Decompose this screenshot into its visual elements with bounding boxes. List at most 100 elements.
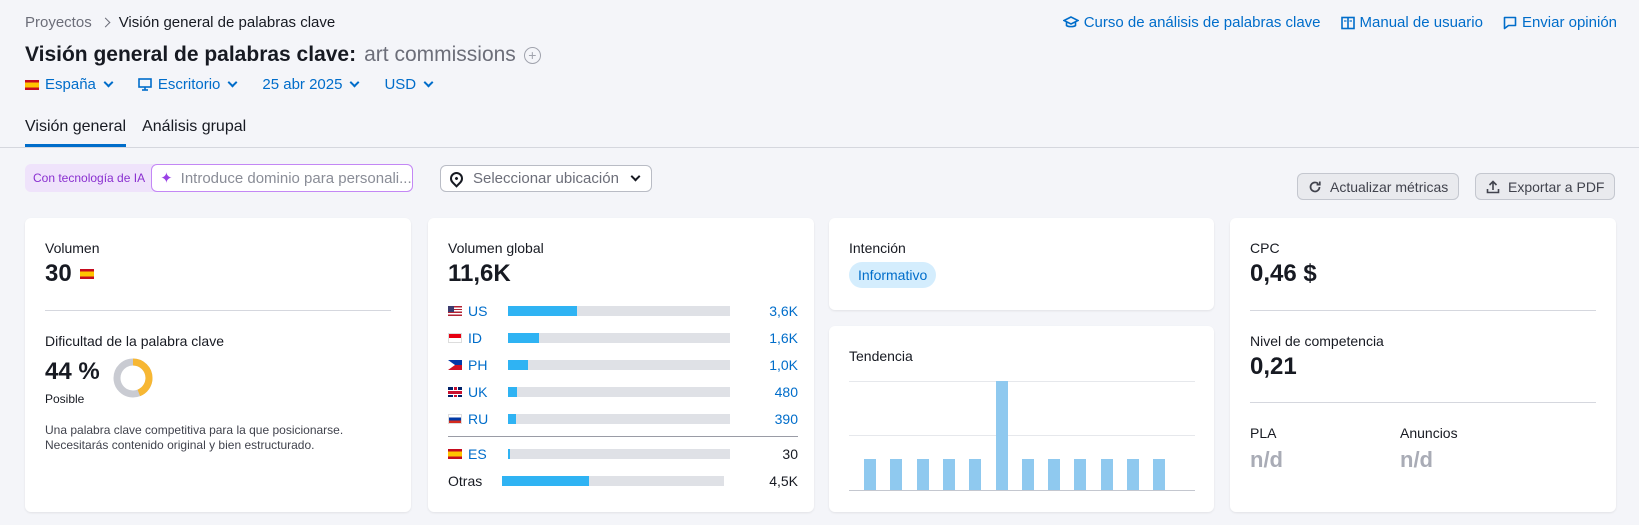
difficulty-value: 44 % xyxy=(45,358,100,385)
global-volume-card: Volumen global 11,6K US 3,6K ID 1,6K PH … xyxy=(428,218,814,512)
country-row[interactable]: PH 1,0K xyxy=(448,356,798,374)
volume-bar-track xyxy=(508,306,730,316)
location-pin-icon xyxy=(447,169,466,188)
domain-input-placeholder: Introduce dominio para personali... xyxy=(180,169,412,187)
volume-bar xyxy=(508,387,517,397)
country-volume: 3,6K xyxy=(769,303,798,319)
axis-line xyxy=(849,490,1195,491)
breadcrumb-root[interactable]: Proyectos xyxy=(25,14,92,31)
date-select[interactable]: 25 abr 2025 xyxy=(262,76,360,93)
course-link[interactable]: Curso de análisis de palabras clave xyxy=(1062,14,1321,31)
chat-icon xyxy=(1503,16,1517,29)
volume-bar-track xyxy=(508,449,730,459)
volume-card: Volumen 30 Dificultad de la palabra clav… xyxy=(25,218,411,512)
volume-bar xyxy=(502,476,589,486)
breadcrumb-current: Visión general de palabras clave xyxy=(118,14,336,31)
country-row[interactable]: UK 480 xyxy=(448,383,798,401)
country-row[interactable]: ID 1,6K xyxy=(448,329,798,347)
trend-bar[interactable] xyxy=(1048,459,1061,490)
country-code: PH xyxy=(468,357,488,373)
export-pdf-button[interactable]: Exportar a PDF xyxy=(1475,173,1616,200)
manual-link[interactable]: Manual de usuario xyxy=(1340,14,1483,31)
volume-bar xyxy=(508,333,540,343)
grid-line xyxy=(849,435,1195,436)
others-row: Otras 4,5K xyxy=(448,472,798,490)
ai-domain-box: Con tecnología de IA ✦ Introduce dominio… xyxy=(25,164,414,192)
country-row[interactable]: RU 390 xyxy=(448,410,798,428)
ads-value: n/d xyxy=(1400,447,1433,472)
us-flag-icon xyxy=(448,306,462,316)
difficulty-donut xyxy=(113,358,153,398)
trend-bar[interactable] xyxy=(1074,459,1087,490)
others-volume: 4,5K xyxy=(769,473,798,489)
volume-bar-track xyxy=(508,360,730,370)
country-volume: 1,0K xyxy=(769,357,798,373)
global-volume-label: Volumen global xyxy=(448,240,544,256)
trend-bar[interactable] xyxy=(1100,459,1113,490)
global-volume-value: 11,6K xyxy=(448,260,511,287)
difficulty-label: Dificultad de la palabra clave xyxy=(45,333,224,349)
date-label: 25 abr 2025 xyxy=(262,76,343,93)
country-code: ES xyxy=(468,446,487,462)
spain-flag-icon xyxy=(25,79,39,90)
tab-overview[interactable]: Visión general xyxy=(25,118,127,147)
location-placeholder: Seleccionar ubicación xyxy=(473,170,619,187)
ai-badge: Con tecnología de IA xyxy=(33,171,146,185)
trend-card: Tendencia xyxy=(829,326,1214,512)
add-circle-icon[interactable]: + xyxy=(523,46,541,64)
volume-bar xyxy=(508,306,577,316)
device-label: Escritorio xyxy=(157,76,221,93)
location-select[interactable]: Seleccionar ubicación xyxy=(440,165,652,192)
country-code: RU xyxy=(468,411,489,427)
trend-bar[interactable] xyxy=(942,459,955,490)
intent-badge[interactable]: Informativo xyxy=(849,262,937,288)
upload-icon xyxy=(1486,179,1500,193)
tab-group-analysis[interactable]: Análisis grupal xyxy=(142,118,246,147)
domain-input[interactable]: ✦ Introduce dominio para personali... xyxy=(151,164,414,192)
spain-flag-icon xyxy=(79,269,94,279)
difficulty-description-2: Necesitarás contenido original y bien es… xyxy=(45,438,315,452)
country-volume: 30 xyxy=(782,446,798,462)
country-select[interactable]: España xyxy=(25,76,114,93)
russia-flag-icon xyxy=(448,414,462,424)
trend-bar[interactable] xyxy=(864,459,876,490)
grid-line xyxy=(849,381,1195,382)
breadcrumb: Proyectos Visión general de palabras cla… xyxy=(25,14,335,31)
graduation-cap-icon xyxy=(1062,15,1079,27)
refresh-metrics-button[interactable]: Actualizar métricas xyxy=(1297,173,1460,200)
volume-bar xyxy=(508,414,516,424)
trend-bar[interactable] xyxy=(890,459,903,490)
volume-bar-track xyxy=(508,333,730,343)
currency-select[interactable]: USD xyxy=(384,76,434,93)
page-title-text: Visión general de palabras clave: xyxy=(25,43,357,66)
manual-link-label: Manual de usuario xyxy=(1359,14,1483,31)
trend-bar[interactable] xyxy=(1127,459,1139,490)
trend-bar[interactable] xyxy=(1153,459,1166,490)
trend-bar[interactable] xyxy=(995,381,1008,490)
country-row[interactable]: US 3,6K xyxy=(448,302,798,320)
country-code: US xyxy=(468,303,488,319)
feedback-link[interactable]: Enviar opinión xyxy=(1503,14,1617,31)
course-link-label: Curso de análisis de palabras clave xyxy=(1083,14,1321,31)
keyword-text: art commissions xyxy=(364,43,516,66)
volume-bar xyxy=(508,360,528,370)
volume-bar-track xyxy=(508,414,730,424)
divider xyxy=(1250,310,1596,311)
country-code: UK xyxy=(468,384,488,400)
trend-bar[interactable] xyxy=(969,459,982,490)
intent-card: Intención Informativo xyxy=(829,218,1214,310)
volume-bar-track xyxy=(508,387,730,397)
device-select[interactable]: Escritorio xyxy=(138,76,238,93)
volume-bar-track xyxy=(502,476,724,486)
trend-bar[interactable] xyxy=(916,459,929,490)
trend-bar[interactable] xyxy=(1021,459,1034,490)
country-row-es[interactable]: ES 30 xyxy=(448,445,798,463)
competition-label: Nivel de competencia xyxy=(1250,333,1384,349)
currency-label: USD xyxy=(384,76,417,93)
top-links: Curso de análisis de palabras clave Manu… xyxy=(1062,14,1617,31)
pla-value: n/d xyxy=(1250,447,1283,472)
country-code: ID xyxy=(468,330,482,346)
feedback-link-label: Enviar opinión xyxy=(1521,14,1617,31)
export-pdf-label: Exportar a PDF xyxy=(1508,178,1605,195)
pla-label: PLA xyxy=(1250,425,1277,441)
